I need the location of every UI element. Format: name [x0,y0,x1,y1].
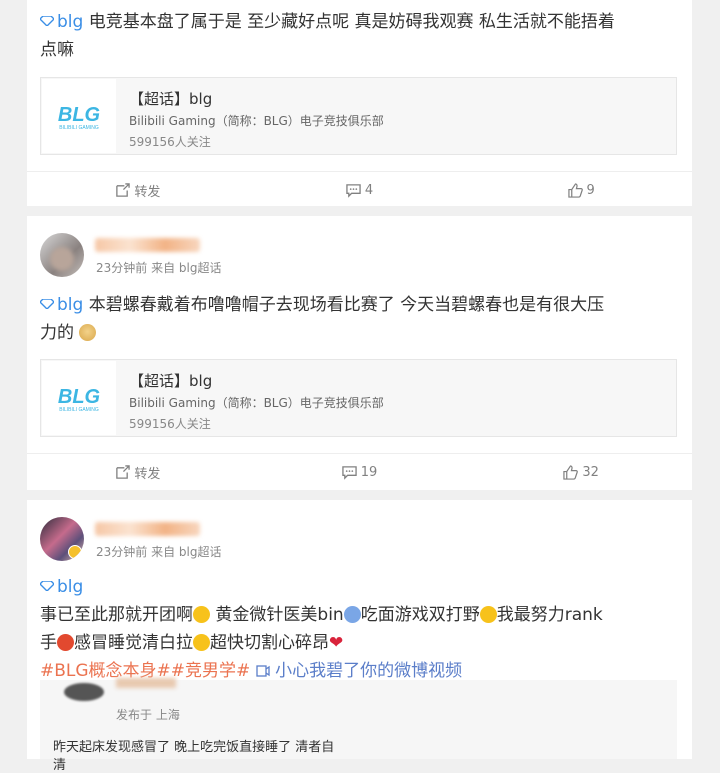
repost-meta: 发布于 上海 [116,708,180,722]
smirk-emoji-icon [479,606,497,623]
post-card-3: 23分钟前 来自 blg超话 blg 事已至此那就开团啊 黄金微针医美bin 吃面… [27,500,692,773]
svg-text:BILIBILI GAMING: BILIBILI GAMING [59,125,99,130]
thumbs-up-icon [563,464,579,480]
repost-avatar [64,683,104,701]
comment-icon [342,465,357,480]
svg-text:BLG: BLG [58,386,100,408]
post-meta: 23分钟前 来自 blg超话 [96,261,222,275]
repost-button[interactable]: 转发 [27,454,249,490]
scream-emoji-icon [343,606,361,623]
diamond-icon [40,581,54,591]
post-text: blg 事已至此那就开团啊 黄金微针医美bin 吃面游戏双打野 我最努力rank 手… [40,577,603,681]
post-meta: 23分钟前 来自 blg超话 [96,545,222,559]
username-blurred[interactable] [95,522,200,536]
video-link[interactable]: 小心我碧了你的微博视频 [256,661,462,681]
repost-icon [116,182,131,197]
post-card-1: blg 电竞基本盘了属于是 至少藏好点呢 真是妨碍我观赛 私生活就不能捂着 点嘛… [27,0,692,206]
card-fans: 599156人关注 [129,417,211,431]
supertopic-tag[interactable]: blg [40,577,83,597]
supertopic-tag[interactable]: blg [40,12,83,32]
repost-username-blurred [116,678,176,688]
card-desc: Bilibili Gaming（简称：BLG）电子竞技俱乐部 [129,396,384,410]
video-icon [256,665,270,677]
supertopic-card[interactable]: BLG BILIBILI GAMING 【超话】blg Bilibili Gam… [40,77,677,155]
post-text: blg 电竞基本盘了属于是 至少藏好点呢 真是妨碍我观赛 私生活就不能捂着 点嘛 [27,8,628,64]
repost-text: 昨天起床发现感冒了 晚上吃完饭直接睡了 清者自 [53,740,335,755]
repost-icon [116,464,131,479]
comment-button[interactable]: 4 [249,172,471,208]
svg-text:BILIBILI GAMING: BILIBILI GAMING [59,407,99,412]
comment-button[interactable]: 19 [249,454,471,490]
card-title: 【超话】blg [129,90,213,108]
post-text-line: 电竞基本盘了属于是 至少藏好点呢 真是妨碍我观赛 私生活就不能捂着 [83,12,615,32]
comment-icon [346,183,361,198]
broken-heart-icon: ❤ [329,633,344,653]
thumbs-up-icon [567,182,583,198]
svg-text:BLG: BLG [58,104,100,126]
weibo-feed: blg 电竞基本盘了属于是 至少藏好点呢 真是妨碍我观赛 私生活就不能捂着 点嘛… [0,0,720,773]
card-title: 【超话】blg [129,372,213,390]
blg-logo: BLG BILIBILI GAMING [42,361,116,435]
diamond-icon [40,299,54,309]
diamond-icon [40,16,54,26]
username-blurred[interactable] [95,238,200,252]
avatar[interactable] [40,233,84,277]
like-button[interactable]: 32 [470,454,692,490]
avatar[interactable] [40,517,84,561]
repost-button[interactable]: 转发 [27,172,249,208]
video-preview[interactable]: 发布于 上海 昨天起床发现感冒了 晚上吃完饭直接睡了 清者自 清 [40,678,677,773]
post-text: blg 本碧螺春戴着布噜噜帽子去现场看比赛了 今天当碧螺春也是有很大压 力的 [40,295,605,343]
doge-emoji-icon [79,324,97,341]
post-card-2: 23分钟前 来自 blg超话 blg 本碧螺春戴着布噜噜帽子去现场看比赛了 今天… [27,216,692,490]
repost-text-cont: 清 [53,758,67,773]
post-text-line: 点嘛 [40,40,74,60]
verified-badge [68,545,82,559]
blg-logo: BLG BILIBILI GAMING [42,79,116,153]
card-desc: Bilibili Gaming（简称：BLG）电子竞技俱乐部 [129,114,384,128]
supertopic-card[interactable]: BLG BILIBILI GAMING 【超话】blg Bilibili Gam… [40,359,677,437]
action-bar: 转发 19 32 [27,453,692,490]
sweat-emoji-icon [193,634,210,651]
card-fans: 599156人关注 [129,135,211,149]
supertopic-tag[interactable]: blg [40,295,83,315]
angry-emoji-icon [57,634,74,651]
like-button[interactable]: 9 [470,172,692,208]
grin-emoji-icon [193,606,210,623]
action-bar: 转发 4 9 [27,171,692,208]
